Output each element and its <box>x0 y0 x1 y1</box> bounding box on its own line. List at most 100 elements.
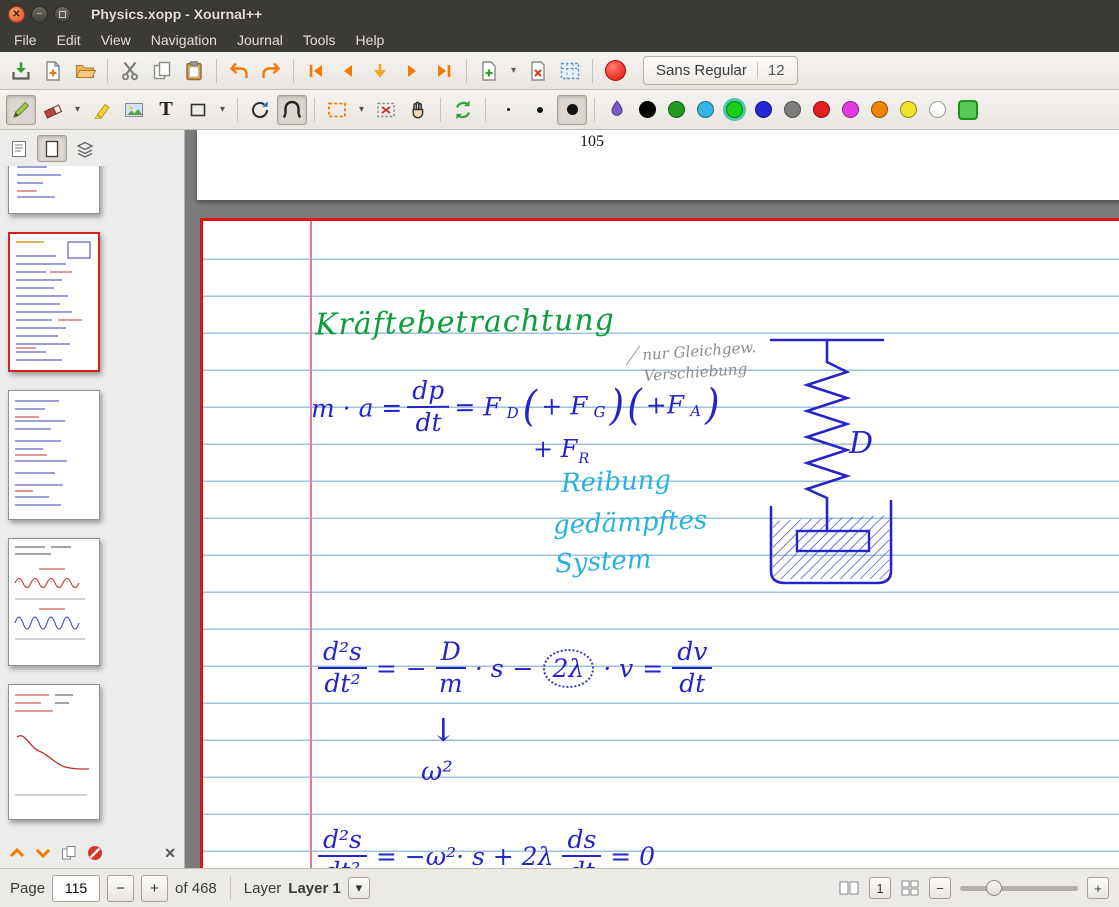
eraser-dropdown-button[interactable]: ▾ <box>70 95 85 125</box>
menu-navigation[interactable]: Navigation <box>141 30 227 50</box>
sidebar-tab-contents[interactable] <box>4 135 34 162</box>
zoom-in-button[interactable]: + <box>1087 877 1109 899</box>
select-dropdown-button[interactable]: ▾ <box>354 95 369 125</box>
thickness-fine-button[interactable] <box>493 95 523 125</box>
shape-tool-button[interactable] <box>183 95 213 125</box>
thumbnail-page[interactable] <box>8 390 100 520</box>
color-swatch-yellow[interactable] <box>900 101 917 118</box>
delete-page-button[interactable] <box>523 56 553 86</box>
cut-button[interactable] <box>115 56 145 86</box>
color-swatch-magenta[interactable] <box>842 101 859 118</box>
select-object-button[interactable] <box>371 95 401 125</box>
add-page-button[interactable] <box>474 56 504 86</box>
window-titlebar: ✕ − Physics.xopp - Xournal++ <box>0 0 1119 28</box>
ink-formula-final: d²s dt² = −ω²· s + 2λ ds dt = 0 <box>318 827 655 868</box>
move-page-down-button[interactable] <box>34 845 52 861</box>
thumbnail-page-current[interactable] <box>8 232 100 372</box>
sidebar-tab-preview[interactable] <box>37 135 67 162</box>
menu-view[interactable]: View <box>91 30 141 50</box>
add-page-dropdown-button[interactable]: ▾ <box>506 56 521 86</box>
sidebar-tab-layers[interactable] <box>70 135 100 162</box>
single-page-view-button[interactable]: 1 <box>869 877 891 899</box>
goto-page-down-icon <box>370 61 390 81</box>
shape-dropdown-button[interactable]: ▾ <box>215 95 230 125</box>
formula-token: = 0 <box>610 842 655 868</box>
zoom-out-button[interactable]: − <box>929 877 951 899</box>
new-document-button[interactable] <box>38 56 68 86</box>
copy-button[interactable] <box>147 56 177 86</box>
thickness-medium-button[interactable] <box>525 95 555 125</box>
close-sidebar-button[interactable]: ✕ <box>164 845 176 862</box>
menu-help[interactable]: Help <box>346 30 395 50</box>
shape-recognizer-button[interactable] <box>277 95 307 125</box>
move-page-up-button[interactable] <box>8 845 26 861</box>
thickness-thick-button[interactable] <box>557 95 587 125</box>
color-swatch-black[interactable] <box>639 101 656 118</box>
thumbnail-page[interactable] <box>8 166 100 214</box>
text-tool-button[interactable]: T <box>151 95 181 125</box>
color-swatch-bright-green[interactable] <box>726 101 743 118</box>
font-button[interactable]: Sans Regular 12 <box>643 56 798 85</box>
zoom-slider[interactable] <box>960 886 1078 891</box>
previous-page-bottom[interactable]: 105 <box>197 130 1119 200</box>
previous-page-button[interactable] <box>333 56 363 86</box>
zoom-slider-handle[interactable] <box>986 880 1002 896</box>
canvas-area[interactable]: 105 Kräftebetrachtung nur Gleichgew. Ver… <box>185 130 1119 868</box>
paste-button[interactable] <box>179 56 209 86</box>
record-audio-button[interactable] <box>600 56 630 86</box>
page-label: Page <box>10 880 45 897</box>
window-maximize-button[interactable] <box>54 6 71 23</box>
highlighter-tool-button[interactable] <box>87 95 117 125</box>
redo-button[interactable] <box>256 56 286 86</box>
thumbnail-page[interactable] <box>8 538 100 666</box>
color-swatch-green[interactable] <box>668 101 685 118</box>
page-decrement-button[interactable]: − <box>107 875 134 902</box>
color-swatch-blue[interactable] <box>755 101 772 118</box>
save-button[interactable] <box>6 56 36 86</box>
menu-tools[interactable]: Tools <box>293 30 346 50</box>
goto-page-button[interactable] <box>365 56 395 86</box>
color-swatch-red[interactable] <box>813 101 830 118</box>
statusbar: Page − + of 468 Layer Layer 1 ▾ 1 − + <box>0 868 1119 907</box>
cancel-button[interactable] <box>86 844 104 862</box>
grid-button[interactable] <box>555 56 585 86</box>
page-increment-button[interactable]: + <box>141 875 168 902</box>
lasso-selected-term[interactable]: 2λ <box>543 649 595 688</box>
image-tool-button[interactable] <box>119 95 149 125</box>
refresh-button[interactable] <box>448 95 478 125</box>
next-page-icon <box>402 61 422 81</box>
window-close-button[interactable]: ✕ <box>8 6 25 23</box>
first-page-button[interactable] <box>301 56 331 86</box>
dual-page-view-button[interactable] <box>838 879 860 897</box>
pen-tool-button[interactable] <box>6 95 36 125</box>
color-swatch-light-blue[interactable] <box>697 101 714 118</box>
undo-button[interactable] <box>224 56 254 86</box>
color-swatch-gray[interactable] <box>784 101 801 118</box>
layer-dropdown-button[interactable]: ▾ <box>348 877 370 899</box>
hand-tool-button[interactable] <box>403 95 433 125</box>
window-minimize-button[interactable]: − <box>31 6 48 23</box>
separator <box>293 59 294 83</box>
select-region-button[interactable] <box>322 95 352 125</box>
current-color-button[interactable] <box>958 100 978 120</box>
color-chooser-button[interactable] <box>602 95 632 125</box>
grid-view-button[interactable] <box>900 879 920 897</box>
menu-journal[interactable]: Journal <box>227 30 293 50</box>
eraser-tool-button[interactable] <box>38 95 68 125</box>
color-swatch-white[interactable] <box>929 101 946 118</box>
current-page[interactable]: Kräftebetrachtung nur Gleichgew. Verschi… <box>200 218 1119 868</box>
page-number-input[interactable] <box>52 875 100 902</box>
separator <box>107 59 108 83</box>
thumbnail-page[interactable] <box>8 684 100 820</box>
menu-edit[interactable]: Edit <box>47 30 91 50</box>
color-swatch-orange[interactable] <box>871 101 888 118</box>
next-page-button[interactable] <box>397 56 427 86</box>
duplicate-page-button[interactable] <box>60 844 78 862</box>
subscript-G: G <box>594 403 606 421</box>
last-page-button[interactable] <box>429 56 459 86</box>
rotation-snap-button[interactable] <box>245 95 275 125</box>
spring-constant-label: D <box>848 426 873 461</box>
fraction-d2s-dt2: d²s dt² <box>318 827 367 868</box>
menu-file[interactable]: File <box>4 30 47 50</box>
open-button[interactable] <box>70 56 100 86</box>
